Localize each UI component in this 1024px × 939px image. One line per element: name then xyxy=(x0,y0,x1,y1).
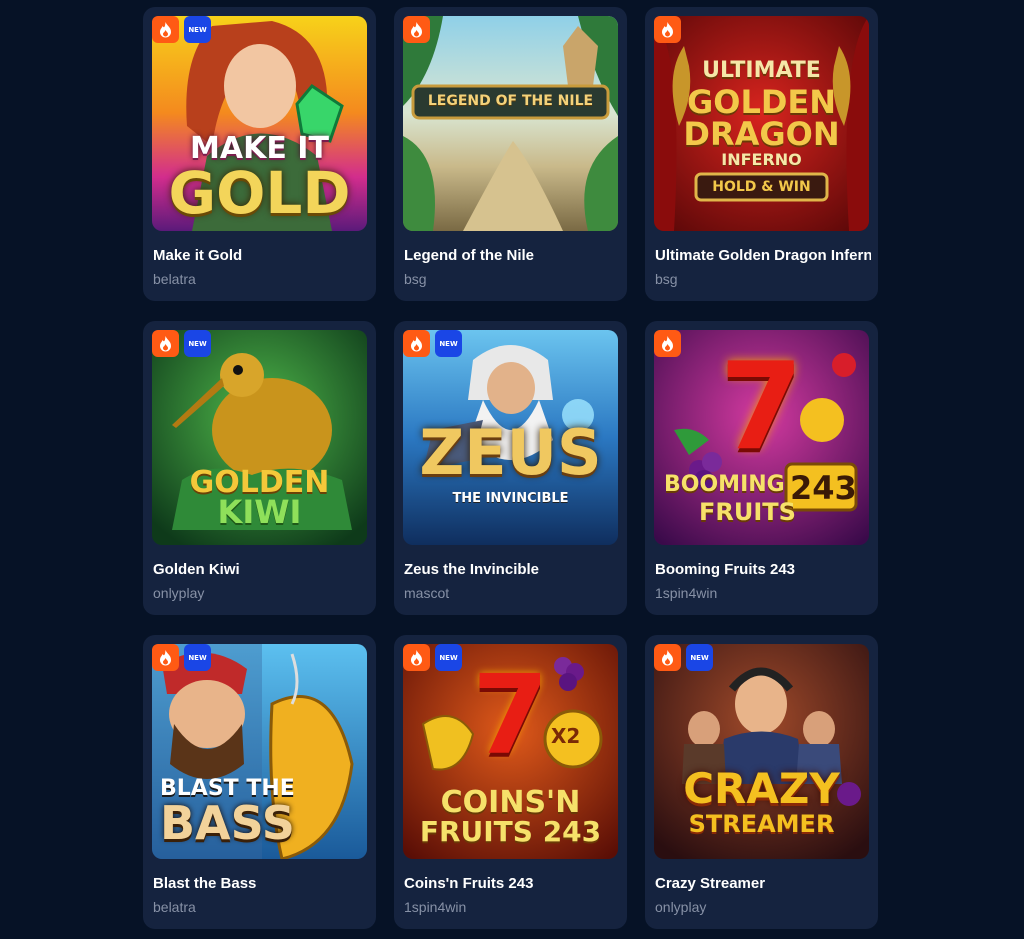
game-card-crazy-streamer[interactable]: CRAZY STREAMER NEW Crazy Streamer onlypl… xyxy=(645,635,878,929)
logo-line-1: ULTIMATE xyxy=(702,58,821,83)
games-grid: MAKE IT GOLD NEW Make it Gold belatra LE… xyxy=(143,7,878,929)
game-provider: bsg xyxy=(404,271,427,287)
game-thumbnail[interactable]: BLAST THE BASS xyxy=(152,644,367,859)
badges xyxy=(654,16,681,43)
logo-line-4: X2 xyxy=(551,724,581,748)
badges: NEW xyxy=(654,644,713,671)
badges: NEW xyxy=(403,330,462,357)
logo-line-5: HOLD & WIN xyxy=(712,179,811,195)
new-badge: NEW xyxy=(686,644,713,671)
flame-icon xyxy=(152,330,179,357)
game-thumbnail[interactable]: ULTIMATE GOLDEN DRAGON INFERNO HOLD & WI… xyxy=(654,16,869,231)
game-thumbnail[interactable]: 7 BOOMING FRUITS 243 xyxy=(654,330,869,545)
game-title[interactable]: Make it Gold xyxy=(153,247,369,264)
game-provider: 1spin4win xyxy=(404,899,467,915)
logo-line-1: LEGEND OF THE NILE xyxy=(427,93,594,109)
badges xyxy=(403,16,430,43)
logo-line-4: INFERNO xyxy=(721,150,802,169)
game-provider: mascot xyxy=(404,585,450,601)
logo-line-2: STREAMER xyxy=(688,810,835,838)
new-badge: NEW xyxy=(184,330,211,357)
game-provider: belatra xyxy=(153,899,196,915)
new-badge: NEW xyxy=(184,644,211,671)
badges: NEW xyxy=(152,16,211,43)
game-thumbnail[interactable]: LEGEND OF THE NILE xyxy=(403,16,618,231)
logo-line-1: 7 xyxy=(472,651,549,779)
logo-line-2: GOLDEN xyxy=(686,83,837,121)
game-thumbnail[interactable]: GOLDEN KIWI xyxy=(152,330,367,545)
game-thumbnail[interactable]: ZEUS THE INVINCIBLE xyxy=(403,330,618,545)
logo-line-3: DRAGON xyxy=(683,115,840,153)
game-provider: onlyplay xyxy=(655,899,707,915)
logo-line-1: 7 xyxy=(719,338,804,477)
flame-icon xyxy=(654,644,681,671)
game-thumbnail[interactable]: 7 X2 COINS'N FRUITS 243 xyxy=(403,644,618,859)
game-title[interactable]: Zeus the Invincible xyxy=(404,561,620,578)
flame-icon xyxy=(403,644,430,671)
game-card-ultimate-golden-dragon-inferno[interactable]: ULTIMATE GOLDEN DRAGON INFERNO HOLD & WI… xyxy=(645,7,878,301)
game-thumbnail[interactable]: CRAZY STREAMER xyxy=(654,644,869,859)
logo-line-2: GOLD xyxy=(168,159,351,227)
logo-line-4: 243 xyxy=(790,469,857,507)
game-title[interactable]: Golden Kiwi xyxy=(153,561,369,578)
game-card-golden-kiwi[interactable]: GOLDEN KIWI NEW Golden Kiwi onlyplay xyxy=(143,321,376,615)
flame-icon xyxy=(152,644,179,671)
game-thumbnail[interactable]: MAKE IT GOLD xyxy=(152,16,367,231)
game-card-blast-the-bass[interactable]: BLAST THE BASS NEW Blast the Bass belatr… xyxy=(143,635,376,929)
flame-icon xyxy=(152,16,179,43)
flame-icon xyxy=(654,330,681,357)
logo-line-2: KIWI xyxy=(217,493,302,531)
game-card-make-it-gold[interactable]: MAKE IT GOLD NEW Make it Gold belatra xyxy=(143,7,376,301)
game-title[interactable]: Booming Fruits 243 xyxy=(655,561,871,578)
new-badge: NEW xyxy=(184,16,211,43)
game-title[interactable]: Coins'n Fruits 243 xyxy=(404,875,620,892)
flame-icon xyxy=(403,330,430,357)
badges: NEW xyxy=(152,644,211,671)
logo-line-2: BASS xyxy=(160,796,295,850)
badges: NEW xyxy=(403,644,462,671)
logo-line-1: ZEUS xyxy=(419,416,602,489)
game-card-zeus-the-invincible[interactable]: ZEUS THE INVINCIBLE NEW Zeus the Invinci… xyxy=(394,321,627,615)
flame-icon xyxy=(403,16,430,43)
logo-line-1: CRAZY xyxy=(683,764,840,813)
new-badge: NEW xyxy=(435,644,462,671)
logo-line-2: BOOMING xyxy=(664,472,785,497)
logo-line-3: FRUITS 243 xyxy=(419,815,602,848)
game-title[interactable]: Ultimate Golden Dragon Inferno xyxy=(655,247,871,264)
logo-line-3: FRUITS xyxy=(699,498,796,526)
game-card-coinsn-fruits-243[interactable]: 7 X2 COINS'N FRUITS 243 NEW Coins'n Frui… xyxy=(394,635,627,929)
game-provider: belatra xyxy=(153,271,196,287)
flame-icon xyxy=(654,16,681,43)
game-provider: 1spin4win xyxy=(655,585,718,601)
logo-line-2: COINS'N xyxy=(440,785,581,820)
badges xyxy=(654,330,681,357)
new-badge: NEW xyxy=(435,330,462,357)
game-provider: bsg xyxy=(655,271,678,287)
game-card-booming-fruits-243[interactable]: 7 BOOMING FRUITS 243 Booming Fruits 243 … xyxy=(645,321,878,615)
game-provider: onlyplay xyxy=(153,585,205,601)
game-title[interactable]: Crazy Streamer xyxy=(655,875,871,892)
logo-line-2: THE INVINCIBLE xyxy=(452,491,569,506)
game-title[interactable]: Blast the Bass xyxy=(153,875,369,892)
game-title[interactable]: Legend of the Nile xyxy=(404,247,620,264)
game-card-legend-of-the-nile[interactable]: LEGEND OF THE NILE Legend of the Nile bs… xyxy=(394,7,627,301)
badges: NEW xyxy=(152,330,211,357)
